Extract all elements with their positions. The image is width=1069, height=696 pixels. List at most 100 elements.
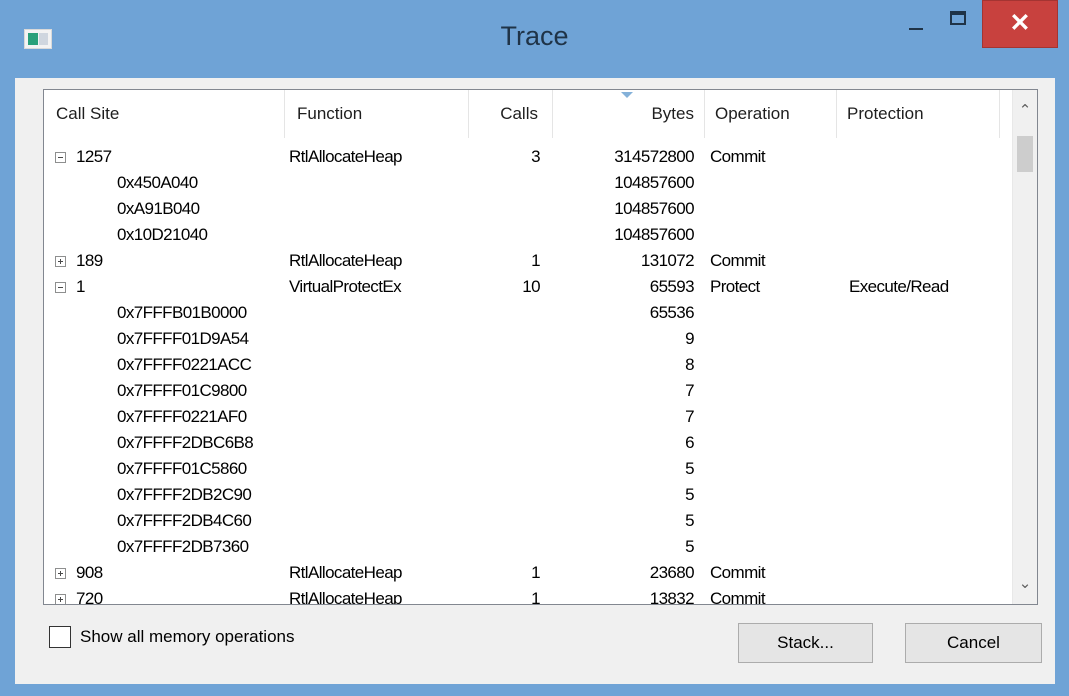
- column-header-protection[interactable]: Protection: [837, 90, 1000, 138]
- column-header-function[interactable]: Function: [285, 90, 469, 138]
- column-header-operation[interactable]: Operation: [705, 90, 837, 138]
- expand-icon[interactable]: [55, 568, 66, 579]
- tree-child-row[interactable]: 0x7FFFF2DB2C90 5: [44, 482, 1012, 508]
- scroll-up-arrow-icon[interactable]: ⌃: [1013, 90, 1037, 130]
- tree-child-row[interactable]: 0xA91B040 104857600: [44, 196, 1012, 222]
- cell-bytes: 131072: [640, 251, 695, 270]
- cell-bytes: 8: [685, 355, 694, 374]
- dialog-client-area: Call Site Function Calls Bytes Operation…: [15, 78, 1055, 684]
- cell-bytes: 5: [685, 459, 694, 478]
- cell-function: RtlAllocateHeap: [289, 563, 403, 582]
- cell-call-site: 0x7FFFF2DB2C90: [117, 485, 252, 504]
- cell-bytes: 65536: [649, 303, 695, 322]
- cell-call-site: 189: [76, 251, 103, 270]
- cell-bytes: 104857600: [614, 199, 694, 218]
- tree-group-row[interactable]: 1 VirtualProtectEx 10 65593 Protect Execute/R…: [44, 274, 1012, 300]
- expand-icon[interactable]: [55, 256, 66, 267]
- tree-group-row[interactable]: 908 RtlAllocateHeap 1 23680 Commit: [44, 560, 1012, 586]
- cell-operation: Commit: [710, 251, 766, 270]
- cell-bytes: 5: [685, 537, 694, 556]
- expand-icon[interactable]: [55, 594, 66, 604]
- tree-child-row[interactable]: 0x450A040 104857600: [44, 170, 1012, 196]
- cell-call-site: 0x7FFFB01B0000: [117, 303, 247, 322]
- sort-descending-icon: [621, 92, 633, 98]
- tree-child-row[interactable]: 0x7FFFB01B0000 65536: [44, 300, 1012, 326]
- cell-bytes: 7: [685, 407, 694, 426]
- expander-minus-bar: [58, 157, 63, 158]
- cell-call-site: 1: [76, 277, 85, 296]
- cell-call-site: 0x7FFFF01C9800: [117, 381, 247, 400]
- expander-plus-bar: [60, 597, 61, 602]
- cell-call-site: 0x450A040: [117, 173, 198, 192]
- cell-calls: 10: [522, 277, 540, 296]
- cell-function: RtlAllocateHeap: [289, 589, 403, 605]
- show-all-memory-operations-label[interactable]: Show all memory operations: [80, 625, 294, 649]
- cell-call-site: 0x7FFFF01D9A54: [117, 329, 249, 348]
- expander-minus-bar: [58, 287, 63, 288]
- vertical-scrollbar[interactable]: ⌃ ⌄: [1012, 90, 1037, 604]
- cell-function: VirtualProtectEx: [289, 277, 402, 296]
- cell-bytes: 23680: [649, 563, 695, 582]
- minimize-icon: [909, 28, 923, 30]
- cell-bytes: 314572800: [614, 147, 694, 166]
- cell-operation: Commit: [710, 589, 766, 605]
- cell-calls: 3: [531, 147, 540, 166]
- cell-bytes: 9: [685, 329, 694, 348]
- expander-plus-bar: [60, 571, 61, 576]
- tree-child-row[interactable]: 0x7FFFF2DBC6B8 6: [44, 430, 1012, 456]
- tree-child-row[interactable]: 0x7FFFF0221AF0 7: [44, 404, 1012, 430]
- cell-operation: Commit: [710, 563, 766, 582]
- cell-bytes: 5: [685, 485, 694, 504]
- cell-bytes: 6: [685, 433, 694, 452]
- list-header: Call Site Function Calls Bytes Operation…: [44, 90, 1012, 138]
- cell-call-site: 0x7FFFF0221ACC: [117, 355, 252, 374]
- cell-call-site: 0xA91B040: [117, 199, 200, 218]
- cell-call-site: 0x10D21040: [117, 225, 208, 244]
- cell-operation: Commit: [710, 147, 766, 166]
- cell-operation: Protect: [710, 277, 760, 296]
- tree-group-row[interactable]: 1257 RtlAllocateHeap 3 314572800 Commit: [44, 144, 1012, 170]
- column-header-calls[interactable]: Calls: [469, 90, 553, 138]
- trace-window: Trace ✕ Call Site Function Calls Bytes O…: [0, 0, 1069, 696]
- scroll-down-arrow-icon[interactable]: ⌄: [1013, 564, 1037, 604]
- cell-bytes: 104857600: [614, 173, 694, 192]
- cell-protection: Execute/Read: [849, 277, 949, 296]
- trace-list[interactable]: Call Site Function Calls Bytes Operation…: [43, 89, 1038, 605]
- cell-calls: 1: [531, 251, 540, 270]
- tree-child-row[interactable]: 0x10D21040 104857600: [44, 222, 1012, 248]
- close-button[interactable]: ✕: [982, 0, 1058, 48]
- tree-child-row[interactable]: 0x7FFFF01C9800 7: [44, 378, 1012, 404]
- minimize-button[interactable]: [891, 0, 938, 48]
- cell-call-site: 0x7FFFF2DBC6B8: [117, 433, 254, 452]
- cell-function: RtlAllocateHeap: [289, 251, 403, 270]
- cell-call-site: 1257: [76, 147, 112, 166]
- tree-child-row[interactable]: 0x7FFFF0221ACC 8: [44, 352, 1012, 378]
- stack-button[interactable]: Stack...: [738, 623, 873, 663]
- cell-bytes: 7: [685, 381, 694, 400]
- scroll-thumb[interactable]: [1017, 136, 1033, 172]
- cell-call-site: 720: [76, 589, 103, 605]
- show-all-memory-operations-checkbox[interactable]: [49, 626, 71, 648]
- cell-call-site: 0x7FFFF0221AF0: [117, 407, 247, 426]
- collapse-icon[interactable]: [55, 152, 66, 163]
- expander-plus-bar: [60, 259, 61, 264]
- cell-bytes: 13832: [649, 589, 695, 605]
- cell-calls: 1: [531, 589, 540, 605]
- cell-calls: 1: [531, 563, 540, 582]
- tree-child-row[interactable]: 0x7FFFF01D9A54 9: [44, 326, 1012, 352]
- cancel-button[interactable]: Cancel: [905, 623, 1042, 663]
- collapse-icon[interactable]: [55, 282, 66, 293]
- tree-group-row[interactable]: 189 RtlAllocateHeap 1 131072 Commit: [44, 248, 1012, 274]
- tree-child-row[interactable]: 0x7FFFF2DB7360 5: [44, 534, 1012, 560]
- tree-child-row[interactable]: 0x7FFFF01C5860 5: [44, 456, 1012, 482]
- cell-function: RtlAllocateHeap: [289, 147, 403, 166]
- close-icon: ✕: [1009, 9, 1031, 37]
- title-bar[interactable]: Trace ✕: [0, 0, 1069, 78]
- maximize-button[interactable]: [936, 0, 982, 48]
- column-header-call-site[interactable]: Call Site: [44, 90, 285, 138]
- tree-group-row[interactable]: 720 RtlAllocateHeap 1 13832 Commit: [44, 586, 1012, 605]
- cell-call-site: 0x7FFFF2DB7360: [117, 537, 249, 556]
- cell-bytes: 5: [685, 511, 694, 530]
- tree-child-row[interactable]: 0x7FFFF2DB4C60 5: [44, 508, 1012, 534]
- maximize-icon: [950, 11, 966, 25]
